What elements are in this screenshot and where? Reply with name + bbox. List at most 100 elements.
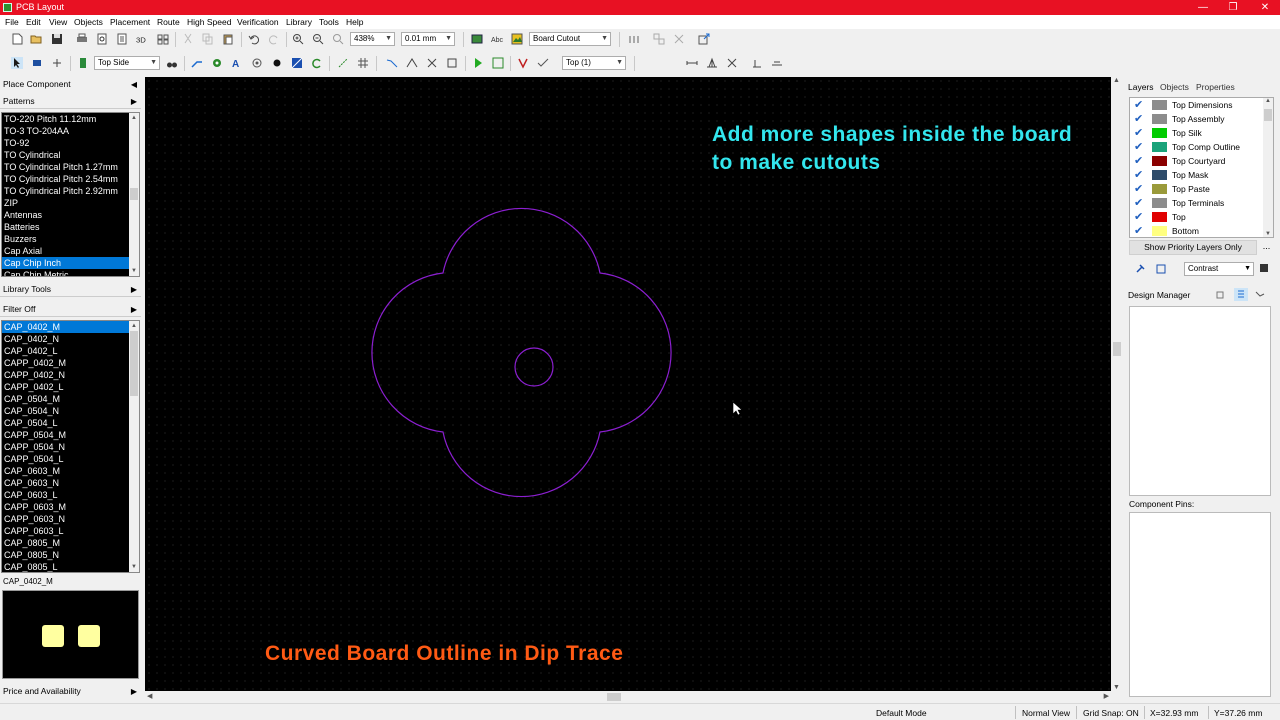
new-file-icon[interactable]	[11, 33, 23, 45]
layer-row[interactable]: ✔ Top	[1130, 210, 1264, 224]
scroll-right-icon[interactable]: ▶	[1104, 692, 1109, 700]
autoroute-settings-icon[interactable]	[492, 57, 504, 69]
drc-check-icon[interactable]	[517, 57, 529, 69]
layer-visible-checkbox[interactable]: ✔	[1134, 225, 1146, 237]
components-scrollbar[interactable]: ▲ ▼	[129, 321, 139, 572]
layer-row[interactable]: ✔ Top Comp Outline	[1130, 140, 1264, 154]
layer-color-swatch[interactable]	[1152, 184, 1167, 194]
export-icon[interactable]	[698, 33, 710, 45]
pattern-list-item[interactable]: TO Cylindrical Pitch 2.54mm	[2, 173, 139, 185]
canvas-horizontal-scrollbar[interactable]: ◀ ▶	[145, 691, 1111, 703]
tab-objects[interactable]: Objects	[1160, 82, 1189, 92]
verification-icon[interactable]	[537, 57, 549, 69]
component-list-item[interactable]: CAPP_0603_M	[2, 501, 139, 513]
layer-visible-checkbox[interactable]: ✔	[1134, 141, 1146, 153]
layer-visible-checkbox[interactable]: ✔	[1134, 211, 1146, 223]
design-manager-list-icon[interactable]	[1234, 288, 1248, 301]
grid-size-select[interactable]: 0.01 mm ▼	[401, 32, 455, 46]
layer-color-swatch[interactable]	[1152, 114, 1167, 124]
pattern-list-item[interactable]: ZIP	[2, 197, 139, 209]
library-tools-header[interactable]: Library Tools ▶	[0, 282, 141, 297]
3d-view-icon[interactable]: 3D	[136, 33, 148, 45]
layers-list[interactable]: ✔ Top Dimensions ✔ Top Assembly ✔ Top Silk ✔ To…	[1129, 97, 1274, 238]
picture-icon[interactable]	[511, 33, 523, 45]
print-preview-icon[interactable]	[96, 33, 108, 45]
align-icon[interactable]	[628, 33, 640, 45]
pin-icon[interactable]	[1134, 263, 1146, 275]
angle-icon[interactable]	[751, 57, 763, 69]
tab-layers[interactable]: Layers	[1128, 82, 1154, 92]
status-grid-snap[interactable]: Grid Snap: ON	[1083, 708, 1139, 718]
run-autorouter-icon[interactable]	[472, 57, 484, 69]
copper-pour-icon[interactable]	[291, 57, 303, 69]
layer-row[interactable]: ✔ Top Mask	[1130, 168, 1264, 182]
layer-color-swatch[interactable]	[1152, 212, 1167, 222]
scroll-left-icon[interactable]: ◀	[147, 692, 152, 700]
arc-route-icon[interactable]	[406, 57, 418, 69]
scroll-up-icon[interactable]: ▲	[129, 321, 139, 331]
component-list-item[interactable]: CAP_0504_N	[2, 405, 139, 417]
layer-row[interactable]: ✔ Bottom	[1130, 224, 1264, 237]
minimize-button[interactable]: —	[1187, 0, 1219, 15]
layers-scrollbar[interactable]: ▲ ▼	[1263, 98, 1273, 237]
report-icon[interactable]	[116, 33, 128, 45]
select-pointer-icon[interactable]	[11, 57, 23, 69]
collapse-left-icon[interactable]: ◀	[131, 77, 137, 92]
scroll-down-icon[interactable]: ▼	[1113, 684, 1120, 691]
menu-route[interactable]: Route	[157, 17, 180, 27]
unroute-icon[interactable]	[426, 57, 438, 69]
show-priority-layers-button[interactable]: Show Priority Layers Only	[1129, 240, 1257, 255]
group-icon[interactable]	[653, 33, 665, 45]
save-icon[interactable]	[51, 33, 63, 45]
restore-button[interactable]: ❐	[1217, 0, 1249, 15]
layer-visible-checkbox[interactable]: ✔	[1134, 155, 1146, 167]
pattern-list-item[interactable]: Antennas	[2, 209, 139, 221]
component-list-item[interactable]: CAPP_0603_N	[2, 513, 139, 525]
layer-visible-checkbox[interactable]: ✔	[1134, 113, 1146, 125]
zoom-in-icon[interactable]	[292, 33, 304, 45]
layer-color-swatch[interactable]	[1152, 170, 1167, 180]
zoom-out-icon[interactable]	[312, 33, 324, 45]
design-manager-route-icon[interactable]	[1255, 290, 1265, 300]
layer-row[interactable]: ✔ Top Silk	[1130, 126, 1264, 140]
component-list-item[interactable]: CAP_0603_N	[2, 477, 139, 489]
cut-icon[interactable]	[182, 33, 194, 45]
layer-visible-checkbox[interactable]: ✔	[1134, 99, 1146, 111]
layer-select[interactable]: Top (1) ▼	[562, 56, 626, 70]
price-availability-header[interactable]: Price and Availability ▶	[0, 684, 141, 699]
menu-view[interactable]: View	[49, 17, 67, 27]
measure-icon[interactable]	[686, 57, 698, 69]
route-trace-icon[interactable]	[191, 57, 203, 69]
add-icon[interactable]	[51, 57, 63, 69]
undo-icon[interactable]	[248, 33, 260, 45]
component-list-item[interactable]: CAPP_0504_L	[2, 453, 139, 465]
component-list-item[interactable]: CAP_0402_N	[2, 333, 139, 345]
layer-row[interactable]: ✔ Top Paste	[1130, 182, 1264, 196]
patterns-list[interactable]: TO-220 Pitch 11.12mm TO-3 TO-204AA TO-92 TO…	[1, 112, 140, 277]
dimension-icon[interactable]	[706, 57, 718, 69]
component-list-item[interactable]: CAPP_0402_M	[2, 357, 139, 369]
component-list-item[interactable]: CAP_0504_L	[2, 417, 139, 429]
layer-row[interactable]: ✔ Top Terminals	[1130, 196, 1264, 210]
side-select[interactable]: Top Side ▼	[94, 56, 160, 70]
panelize-icon[interactable]	[157, 33, 169, 45]
canvas-vertical-scrollbar[interactable]: ▲ ▼	[1111, 77, 1123, 691]
layer-options-button[interactable]: ...	[1259, 240, 1274, 255]
component-list-item[interactable]: CAP_0603_L	[2, 489, 139, 501]
refresh-pour-icon[interactable]	[311, 57, 323, 69]
text-icon[interactable]: Abc	[491, 33, 503, 45]
length-icon[interactable]	[771, 57, 783, 69]
layer-color-swatch[interactable]	[1152, 128, 1167, 138]
contrast-select[interactable]: Contrast ▼	[1184, 262, 1254, 276]
layer-color-swatch[interactable]	[1152, 142, 1167, 152]
zoom-select[interactable]: 438% ▼	[350, 32, 395, 46]
component-list-item[interactable]: CAP_0402_L	[2, 345, 139, 357]
grid-icon[interactable]	[357, 57, 369, 69]
component-list-item[interactable]: CAP_0504_M	[2, 393, 139, 405]
menu-high-speed[interactable]: High Speed	[187, 17, 231, 27]
paste-icon[interactable]	[222, 33, 234, 45]
component-route-icon[interactable]	[446, 57, 458, 69]
menu-verification[interactable]: Verification	[237, 17, 279, 27]
pattern-list-item[interactable]: Buzzers	[2, 233, 139, 245]
layer-color-swatch[interactable]	[1152, 226, 1167, 236]
